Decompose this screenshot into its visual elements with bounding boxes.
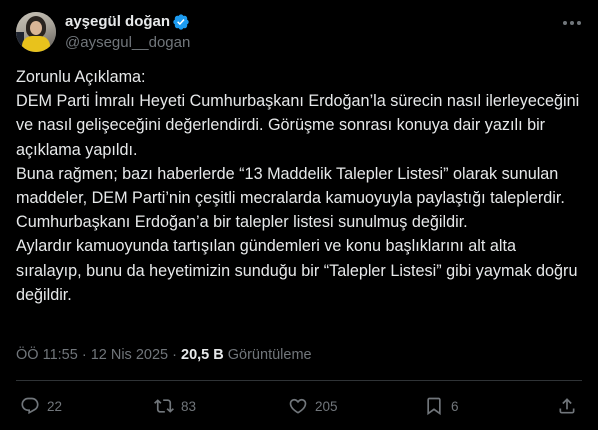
meta-separator: · <box>172 347 177 363</box>
bookmark-count: 6 <box>451 398 459 414</box>
reply-button[interactable]: 22 <box>20 395 62 417</box>
divider <box>16 380 582 381</box>
author-handle[interactable]: @aysegul__dogan <box>65 33 190 52</box>
share-icon <box>559 398 575 414</box>
tweet-paragraph: DEM Parti İmralı Heyeti Cumhurbaşkanı Er… <box>16 92 580 159</box>
like-button[interactable]: 205 <box>288 395 338 417</box>
tweet-paragraph: Buna rağmen; bazı haberlerde “13 Maddeli… <box>16 164 565 232</box>
more-options-icon[interactable] <box>558 12 586 34</box>
tweet-paragraph: Zorunlu Açıklama: <box>16 68 146 86</box>
reply-icon <box>21 397 39 415</box>
tweet-date[interactable]: 12 Nis 2025 <box>91 347 168 363</box>
repost-button[interactable]: 83 <box>154 395 196 417</box>
meta-separator: · <box>81 347 87 363</box>
tweet-text: Zorunlu Açıklama: DEM Parti İmralı Heyet… <box>16 65 582 307</box>
repost-icon <box>154 399 174 413</box>
bookmark-icon <box>427 397 441 416</box>
verified-badge-icon <box>173 14 189 30</box>
tweet-paragraph: Aylardır kamuoyunda tartışılan gündemler… <box>16 237 578 304</box>
author-display-name[interactable]: ayşegül doğan <box>65 12 170 31</box>
avatar[interactable] <box>16 12 56 52</box>
views-label: Görüntüleme <box>227 347 312 363</box>
heart-icon <box>289 398 307 414</box>
repost-count: 83 <box>181 398 197 414</box>
tweet-time[interactable]: ÖÖ 11:55 <box>16 347 78 363</box>
bookmark-button[interactable]: 6 <box>424 395 459 417</box>
like-count: 205 <box>315 398 338 414</box>
tweet-metadata: ÖÖ 11:55 · 12 Nis 2025 · 20,5 B Görüntül… <box>16 346 312 364</box>
views-count: 20,5 B <box>181 347 224 363</box>
tweet-card: ayşegül doğan @aysegul__dogan Zorunlu Aç… <box>0 0 598 430</box>
share-button[interactable] <box>557 395 577 417</box>
reply-count: 22 <box>47 398 63 414</box>
